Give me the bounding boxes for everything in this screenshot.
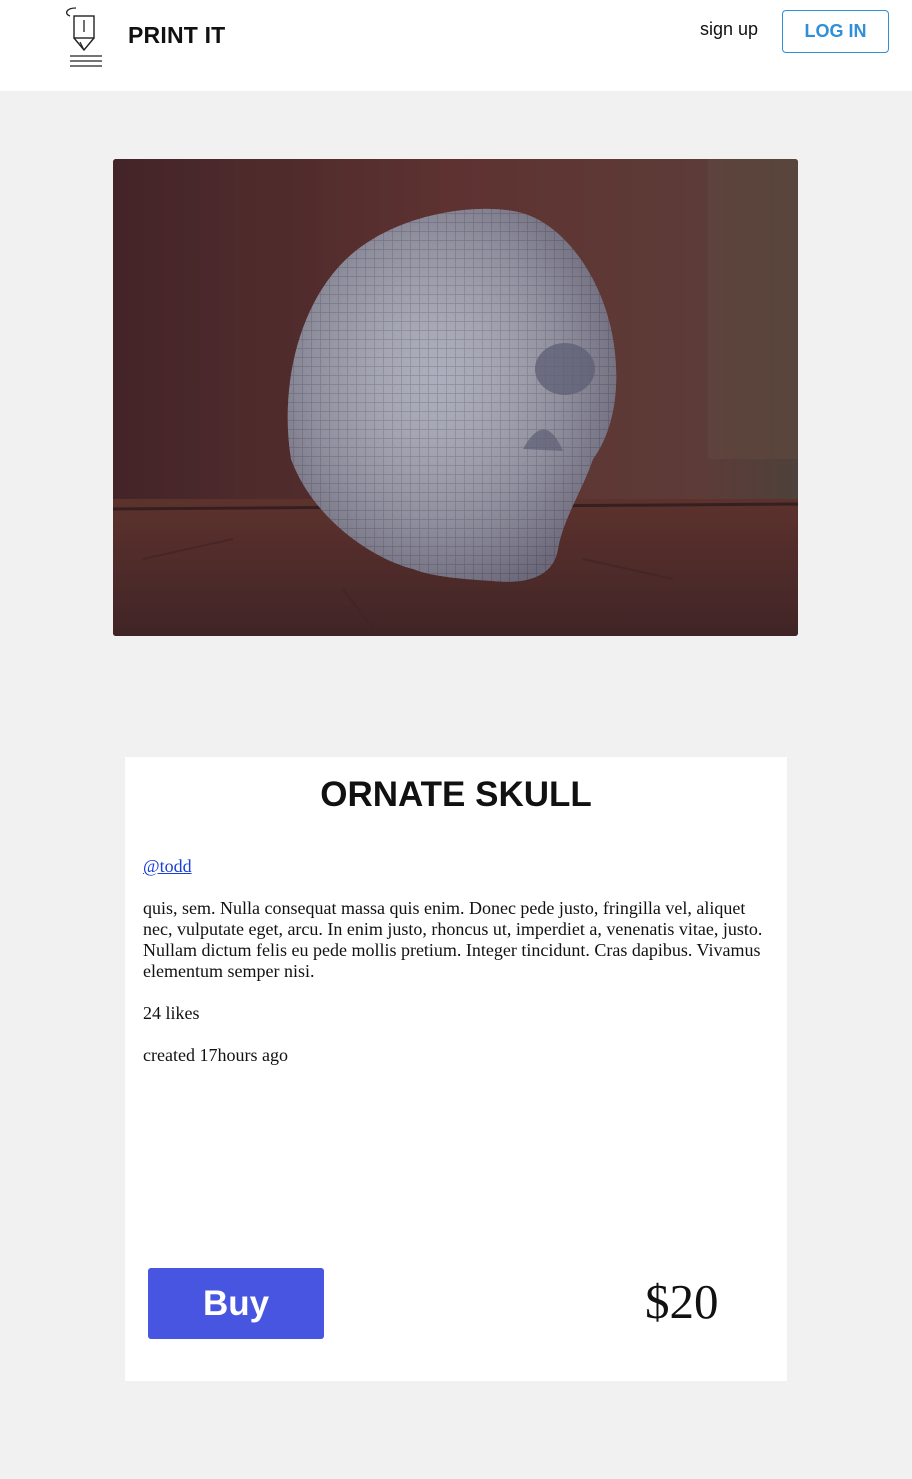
product-price: $20 xyxy=(645,1274,719,1329)
brand-name[interactable]: PRINT IT xyxy=(128,22,225,49)
ornate-skull-photo xyxy=(113,159,798,636)
author-link[interactable]: @todd xyxy=(143,856,192,877)
created-time: created 17hours ago xyxy=(143,1045,288,1065)
3d-printer-nozzle-icon[interactable] xyxy=(60,6,106,70)
buy-button[interactable]: Buy xyxy=(148,1268,324,1339)
site-header: PRINT IT sign up LOG IN xyxy=(0,0,912,91)
product-card: ORNATE SKULL @todd quis, sem. Nulla cons… xyxy=(125,757,787,1381)
product-image xyxy=(113,159,798,636)
login-button[interactable]: LOG IN xyxy=(782,10,889,53)
product-title: ORNATE SKULL xyxy=(320,775,592,814)
signup-link[interactable]: sign up xyxy=(700,19,758,40)
product-description: quis, sem. Nulla consequat massa quis en… xyxy=(143,898,763,981)
likes-count: 24 likes xyxy=(143,1003,200,1023)
